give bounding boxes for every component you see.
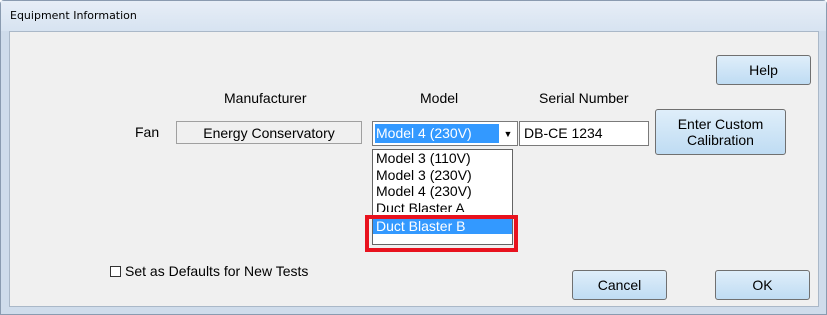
title-bar[interactable]: Equipment Information	[1, 1, 826, 31]
dialog-title: Equipment Information	[10, 9, 137, 22]
manufacturer-header: Manufacturer	[224, 90, 307, 106]
defaults-checkbox-label[interactable]: Set as Defaults for New Tests	[125, 263, 308, 279]
dropdown-option[interactable]: Model 3 (110V)	[373, 150, 512, 167]
serial-number-input[interactable]: DB-CE 1234	[519, 121, 649, 146]
dropdown-option[interactable]: Model 4 (230V)	[373, 183, 512, 200]
cancel-button[interactable]: Cancel	[572, 270, 667, 300]
fan-label: Fan	[135, 124, 160, 140]
equipment-info-dialog: Equipment Information Help Manufacturer …	[0, 0, 827, 315]
help-button[interactable]: Help	[716, 55, 811, 85]
model-select-value: Model 4 (230V)	[375, 124, 499, 143]
dropdown-option[interactable]: Model 3 (230V)	[373, 167, 512, 184]
dropdown-option[interactable]: Duct Blaster A	[373, 200, 512, 212]
chevron-down-icon[interactable]: ▼	[500, 123, 516, 144]
ok-button[interactable]: OK	[715, 270, 810, 300]
manufacturer-field: Energy Conservatory	[176, 121, 362, 144]
enter-custom-calibration-button[interactable]: Enter Custom Calibration	[655, 109, 786, 155]
serial-number-header: Serial Number	[539, 90, 629, 106]
annotation-highlight	[365, 215, 518, 252]
dialog-body: Help Manufacturer Model Serial Number Fa…	[9, 31, 819, 307]
model-header: Model	[420, 90, 459, 106]
model-select[interactable]: Model 4 (230V) ▼	[372, 121, 518, 146]
defaults-checkbox[interactable]	[110, 266, 121, 277]
